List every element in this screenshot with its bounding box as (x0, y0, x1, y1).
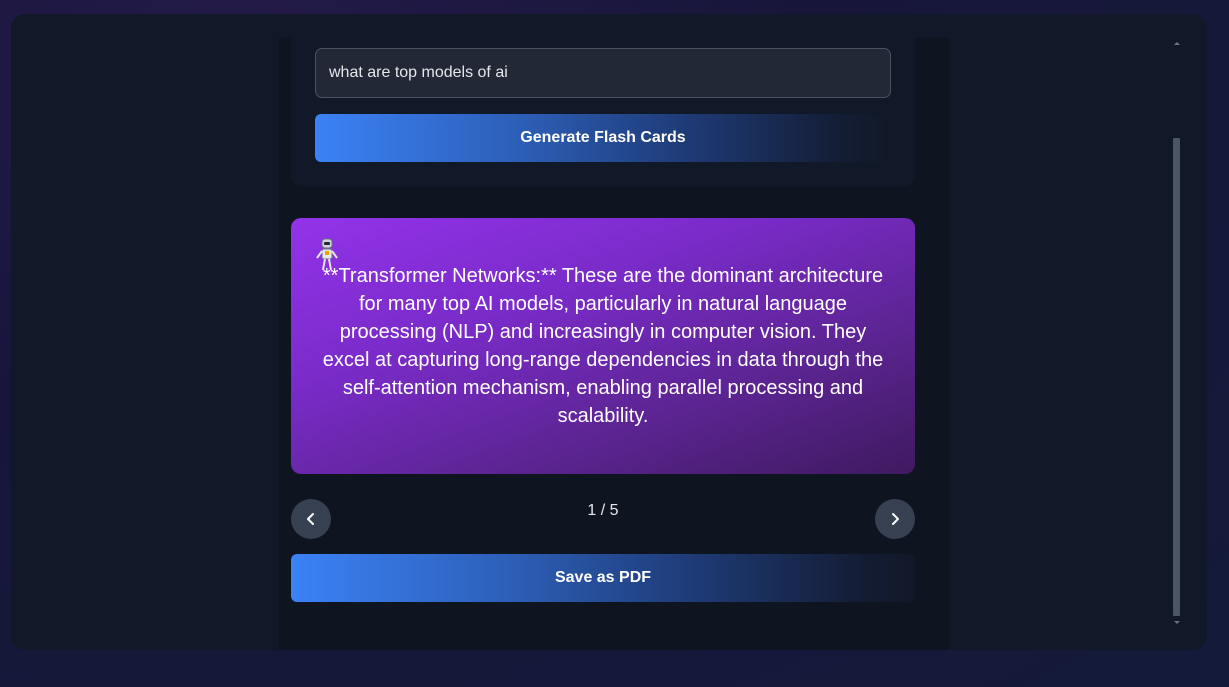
previous-card-button[interactable] (291, 499, 331, 539)
flashcard[interactable]: **Transformer Networks:** These are the … (291, 218, 915, 474)
next-card-button[interactable] (875, 499, 915, 539)
scroll-down-arrow[interactable] (1174, 621, 1180, 624)
generate-flash-cards-button[interactable]: Generate Flash Cards (315, 114, 891, 162)
scroll-up-arrow[interactable] (1174, 42, 1180, 45)
flashcard-text: **Transformer Networks:** These are the … (322, 265, 884, 427)
scrollbar[interactable] (1171, 38, 1183, 624)
chevron-left-icon (307, 513, 314, 525)
scrollbar-thumb[interactable] (1173, 138, 1180, 616)
save-as-pdf-button[interactable]: Save as PDF (291, 554, 915, 602)
app-window: Generate Flash Cards **Transformer Netwo… (11, 14, 1207, 650)
card-counter: 1 / 5 (587, 502, 619, 519)
topic-input[interactable] (315, 48, 891, 98)
chevron-right-icon (892, 513, 899, 525)
